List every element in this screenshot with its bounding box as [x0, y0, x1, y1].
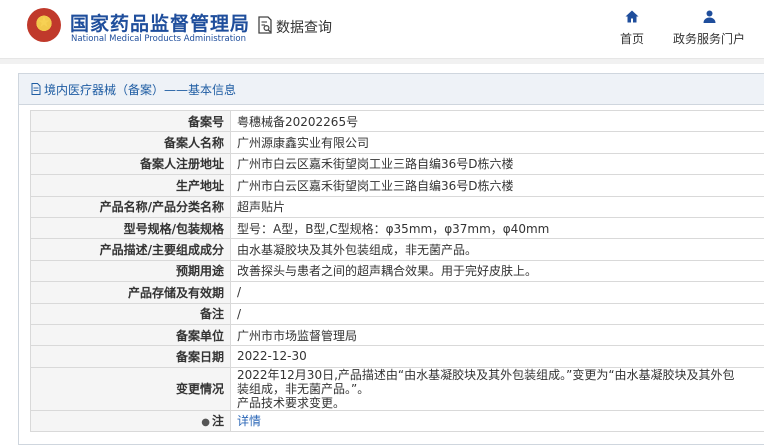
- row-value: /: [230, 302, 764, 325]
- brand-title-en: National Medical Products Administration: [71, 34, 246, 44]
- row-label: ● 注: [30, 409, 231, 433]
- national-emblem-logo[interactable]: ★: [27, 8, 61, 42]
- nav-home-label: 首页: [619, 32, 644, 46]
- row-value: 广州市白云区嘉禾街望岗工业三路自编36号D栋六楼: [230, 152, 764, 176]
- row-label: 备案人名称: [30, 131, 231, 154]
- user-icon: [703, 10, 715, 23]
- table-row: 备案人名称 广州源康鑫实业有限公司: [30, 131, 764, 154]
- change-text-line: 装组成，非无菌产品。”。: [237, 381, 370, 396]
- pin-icon: ●: [201, 417, 210, 429]
- row-value: 超声贴片: [230, 195, 764, 218]
- panel-title-bar: 境内医疗器械（备案）——基本信息: [19, 74, 764, 105]
- header-separator: [0, 58, 764, 64]
- row-value: /: [230, 281, 764, 304]
- details-link[interactable]: 详情: [237, 414, 261, 428]
- row-label: 型号规格/包装规格: [30, 216, 231, 240]
- detail-table: 备案号 粤穗械备20202265号 备案人名称 广州源康鑫实业有限公司 备案人注…: [30, 109, 764, 433]
- row-value: 详情: [230, 409, 764, 433]
- site-header: ★ 国家药品监督管理局 National Medical Products Ad…: [0, 0, 764, 58]
- row-value: 广州市市场监督管理局: [230, 323, 764, 347]
- row-value: 广州源康鑫实业有限公司: [230, 131, 764, 154]
- table-row: ● 注 详情: [30, 409, 764, 433]
- data-query-link[interactable]: 数据查询: [276, 17, 332, 37]
- row-label: 备案人注册地址: [30, 152, 231, 176]
- table-row: 预期用途 改善探头与患者之间的超声耦合效果。用于完好皮肤上。: [30, 259, 764, 283]
- table-row: 型号规格/包装规格 型号：A型，B型,C型规格：φ35mm，φ37mm，φ40m…: [30, 216, 764, 240]
- table-row: 备案单位 广州市市场监督管理局: [30, 323, 764, 347]
- row-value: 型号：A型，B型,C型规格：φ35mm，φ37mm，φ40mm: [230, 216, 764, 240]
- row-value: 粤穗械备20202265号: [230, 109, 764, 133]
- row-label: 生产地址: [30, 174, 231, 197]
- row-label: 备注: [30, 302, 231, 325]
- row-label: 变更情况: [30, 366, 231, 411]
- row-label: 产品名称/产品分类名称: [30, 195, 231, 218]
- document-icon: [31, 83, 41, 95]
- brand-title-cn[interactable]: 国家药品监督管理局: [70, 9, 250, 36]
- panel-title: 境内医疗器械（备案）——基本信息: [44, 82, 237, 97]
- nav-service-portal[interactable]: 政务服务门户: [672, 10, 746, 47]
- row-value: 2022-12-30: [230, 345, 764, 368]
- detail-panel: 境内医疗器械（备案）——基本信息 备案号 粤穗械备20202265号 备案人名称…: [18, 73, 764, 445]
- row-label: 备案号: [30, 109, 231, 133]
- table-row: 备案号 粤穗械备20202265号: [30, 109, 764, 133]
- row-label: 备案日期: [30, 345, 231, 368]
- table-row: 变更情况 2022年12月30日,产品描述由“由水基凝胶块及其外包装组成。”变更…: [30, 366, 764, 411]
- note-label: 注: [211, 414, 224, 429]
- row-value: 广州市白云区嘉禾街望岗工业三路自编36号D栋六楼: [230, 174, 764, 197]
- row-value: 由水基凝胶块及其外包装组成，非无菌产品。: [230, 238, 764, 261]
- row-label: 预期用途: [30, 259, 231, 283]
- data-query-icon[interactable]: [257, 16, 273, 34]
- table-row: 产品描述/主要组成成分 由水基凝胶块及其外包装组成，非无菌产品。: [30, 238, 764, 261]
- row-value: 2022年12月30日,产品描述由“由水基凝胶块及其外包装组成。”变更为“由水基…: [230, 366, 764, 411]
- row-value: 改善探头与患者之间的超声耦合效果。用于完好皮肤上。: [230, 259, 764, 283]
- table-row: 备案日期 2022-12-30: [30, 345, 764, 368]
- nav-home[interactable]: 首页: [618, 10, 646, 47]
- home-icon: [625, 10, 639, 23]
- table-row: 产品存储及有效期 /: [30, 281, 764, 304]
- table-row: 备案人注册地址 广州市白云区嘉禾街望岗工业三路自编36号D栋六楼: [30, 152, 764, 176]
- row-label: 产品存储及有效期: [30, 281, 231, 304]
- nav-service-label: 政务服务门户: [672, 32, 745, 46]
- table-row: 生产地址 广州市白云区嘉禾街望岗工业三路自编36号D栋六楼: [30, 174, 764, 197]
- row-label: 产品描述/主要组成成分: [30, 238, 231, 261]
- row-label: 备案单位: [30, 323, 231, 347]
- change-text-line: 2022年12月30日,产品描述由“由水基凝胶块及其外包装组成。”变更为“由水基…: [237, 367, 735, 382]
- change-text-line: 产品技术要求变更。: [237, 395, 346, 410]
- table-row: 产品名称/产品分类名称 超声贴片: [30, 195, 764, 218]
- table-row: 备注 /: [30, 302, 764, 325]
